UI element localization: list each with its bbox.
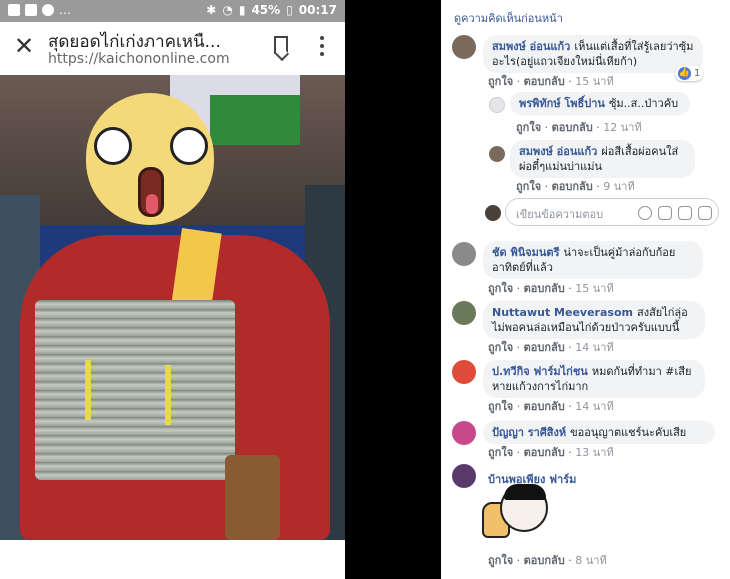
comment-time[interactable]: 15 นาที (575, 282, 613, 295)
bluetooth-icon: ✱ (206, 3, 217, 17)
avatar[interactable] (452, 464, 476, 488)
like-reaction-icon: 👍 (678, 67, 691, 80)
comment-meta: ถูกใจ · ตอบกลับ · 8 นาที (488, 554, 607, 567)
thumbs-up-sticker-icon (482, 484, 552, 546)
reply-link[interactable]: ตอบกลับ (524, 341, 565, 354)
emoji-eye (170, 127, 208, 165)
reply-link[interactable]: ตอบกลับ (524, 446, 565, 459)
avatar[interactable] (452, 242, 476, 266)
reply-link[interactable]: ตอบกลับ (524, 282, 565, 295)
comment-author[interactable]: ชัด พินิจมนตรี (492, 246, 559, 259)
reply-link[interactable]: ตอบกลับ (524, 75, 565, 88)
avatar[interactable] (452, 301, 476, 325)
photo-sign-green (210, 95, 300, 145)
battery-level: 45% (251, 3, 281, 17)
comment-time[interactable]: 15 นาที (575, 75, 613, 88)
avatar[interactable] (452, 35, 476, 59)
comment-meta: ถูกใจ · ตอบกลับ · 12 นาที (516, 121, 642, 134)
comment-text: ขออนุญาตแชร์นะคับเสีย (570, 426, 687, 439)
comment-bubble: ปัญญา ราศีสิงห์ ขออนุญาตแชร์นะคับเสีย (483, 421, 715, 444)
comment-author[interactable]: สมพงษ์ อ่อนแก้ว (519, 145, 597, 158)
emoji-eye (94, 127, 132, 165)
like-link[interactable]: ถูกใจ (488, 446, 513, 459)
comment-text: ซุ้ม..ส..ป่าวคับ (608, 97, 679, 110)
photo-cash-stack (35, 300, 235, 480)
like-link[interactable]: ถูกใจ (516, 121, 541, 134)
photo-cash-band (165, 365, 171, 425)
sticker-hair (504, 484, 546, 500)
messenger-icon (42, 4, 54, 16)
my-avatar (485, 205, 501, 221)
article-photo (0, 75, 345, 540)
reply-placeholder: เขียนข้อความตอบ (516, 208, 604, 221)
browser-toolbar: ✕ สุดยอดไก่เก่งภาคเหนื... https://kaicho… (0, 22, 345, 75)
avatar[interactable] (452, 421, 476, 445)
reaction-count[interactable]: 👍 1 (675, 66, 704, 81)
reply-link[interactable]: ตอบกลับ (552, 180, 593, 193)
like-link[interactable]: ถูกใจ (488, 75, 513, 88)
comment-time[interactable]: 14 นาที (575, 341, 613, 354)
close-icon[interactable]: ✕ (12, 34, 36, 58)
page-bottom (0, 540, 345, 579)
photo-cash-band (85, 360, 91, 420)
like-link[interactable]: ถูกใจ (488, 400, 513, 413)
comment-meta: ถูกใจ · ตอบกลับ · 15 นาที (488, 282, 614, 295)
facebook-icon (25, 4, 37, 16)
reaction-number: 1 (694, 68, 701, 79)
page-url[interactable]: https://kaichononline.com (48, 51, 230, 67)
comment-bubble: สมพงษ์ อ่อนแก้ว เห็นแต่เสื้อที่ใส่รู้เลยว… (483, 35, 703, 73)
comment-author[interactable]: ปัญญา ราศีสิงห์ (492, 426, 566, 439)
wifi-icon: ◔ (222, 3, 233, 17)
comment-time[interactable]: 13 นาที (575, 446, 613, 459)
comment-bubble: สมพงษ์ อ่อนแก้ว ผ่อสีเสื้อผ่อคนใส่ผ่อตี๋ๆ… (510, 140, 695, 178)
comment-bubble: ป.ทวีกิจ ฟาร์มไก่ชน หมดกันที่ทำมา #เสียหา… (483, 360, 705, 398)
status-bar: … ✱ ◔ ▮ 45% ▯ 00:17 (0, 0, 345, 22)
comment-meta: ถูกใจ · ตอบกลับ · 9 นาที (516, 180, 635, 193)
comment-time[interactable]: 9 นาที (603, 180, 634, 193)
photo-bag (225, 455, 280, 540)
emoji-mouth (138, 167, 164, 217)
app-notification-icon (8, 4, 20, 16)
avatar[interactable] (489, 146, 505, 162)
comments-panel: ดูความคิดเห็นก่อนหน้า สมพงษ์ อ่อนแก้ว เห็… (441, 0, 730, 579)
phone-screen: … ✱ ◔ ▮ 45% ▯ 00:17 ✕ สุดยอดไก่เก่งภาคเห… (0, 0, 345, 579)
comment-time[interactable]: 12 นาที (603, 121, 641, 134)
comment-author[interactable]: สมพงษ์ อ่อนแก้ว (492, 40, 570, 53)
comment-author[interactable]: พรพิทักษ์ โพธิ์ปาน (519, 97, 605, 110)
like-link[interactable]: ถูกใจ (488, 341, 513, 354)
camera-icon[interactable] (658, 206, 672, 220)
like-link[interactable]: ถูกใจ (488, 282, 513, 295)
gif-icon[interactable] (678, 206, 692, 220)
reply-link[interactable]: ตอบกลับ (552, 121, 593, 134)
clock: 00:17 (298, 3, 337, 17)
like-link[interactable]: ถูกใจ (488, 554, 513, 567)
like-link[interactable]: ถูกใจ (516, 180, 541, 193)
comment-bubble: Nuttawut Meeverasom สงสัยไก่ลุ่อไม่พอคนล่… (483, 301, 705, 339)
comment-author[interactable]: Nuttawut Meeverasom (492, 306, 633, 319)
signal-icon: ▮ (238, 3, 246, 17)
shocked-face-emoji-icon (86, 93, 214, 225)
reply-link[interactable]: ตอบกลับ (524, 554, 565, 567)
comment-time[interactable]: 8 นาที (575, 554, 606, 567)
view-previous-comments-link[interactable]: ดูความคิดเห็นก่อนหน้า (454, 9, 563, 27)
comment-meta: ถูกใจ · ตอบกลับ · 14 นาที (488, 400, 614, 413)
comment-meta: ถูกใจ · ตอบกลับ · 14 นาที (488, 341, 614, 354)
more-notifications-icon: … (59, 3, 71, 17)
reply-input[interactable]: เขียนข้อความตอบ (505, 198, 719, 226)
avatar[interactable] (452, 360, 476, 384)
comment-time[interactable]: 14 นาที (575, 400, 613, 413)
emoji-icon[interactable] (638, 206, 652, 220)
comment-bubble: ชัด พินิจมนตรี น่าจะเป็นคู่ม้าล่อกับก้อยอ… (483, 241, 703, 279)
overflow-menu-icon[interactable] (320, 36, 324, 56)
comment-meta: ถูกใจ · ตอบกลับ · 15 นาที (488, 75, 614, 88)
bookmark-icon[interactable] (274, 36, 288, 54)
sticker-icon[interactable] (698, 206, 712, 220)
reply-link[interactable]: ตอบกลับ (524, 400, 565, 413)
avatar[interactable] (489, 97, 505, 113)
comment-author[interactable]: ป.ทวีกิจ ฟาร์มไก่ชน (492, 365, 588, 378)
comment-bubble: พรพิทักษ์ โพธิ์ปาน ซุ้ม..ส..ป่าวคับ (510, 92, 690, 115)
battery-icon: ▯ (286, 3, 293, 17)
comment-meta: ถูกใจ · ตอบกลับ · 13 นาที (488, 446, 614, 459)
